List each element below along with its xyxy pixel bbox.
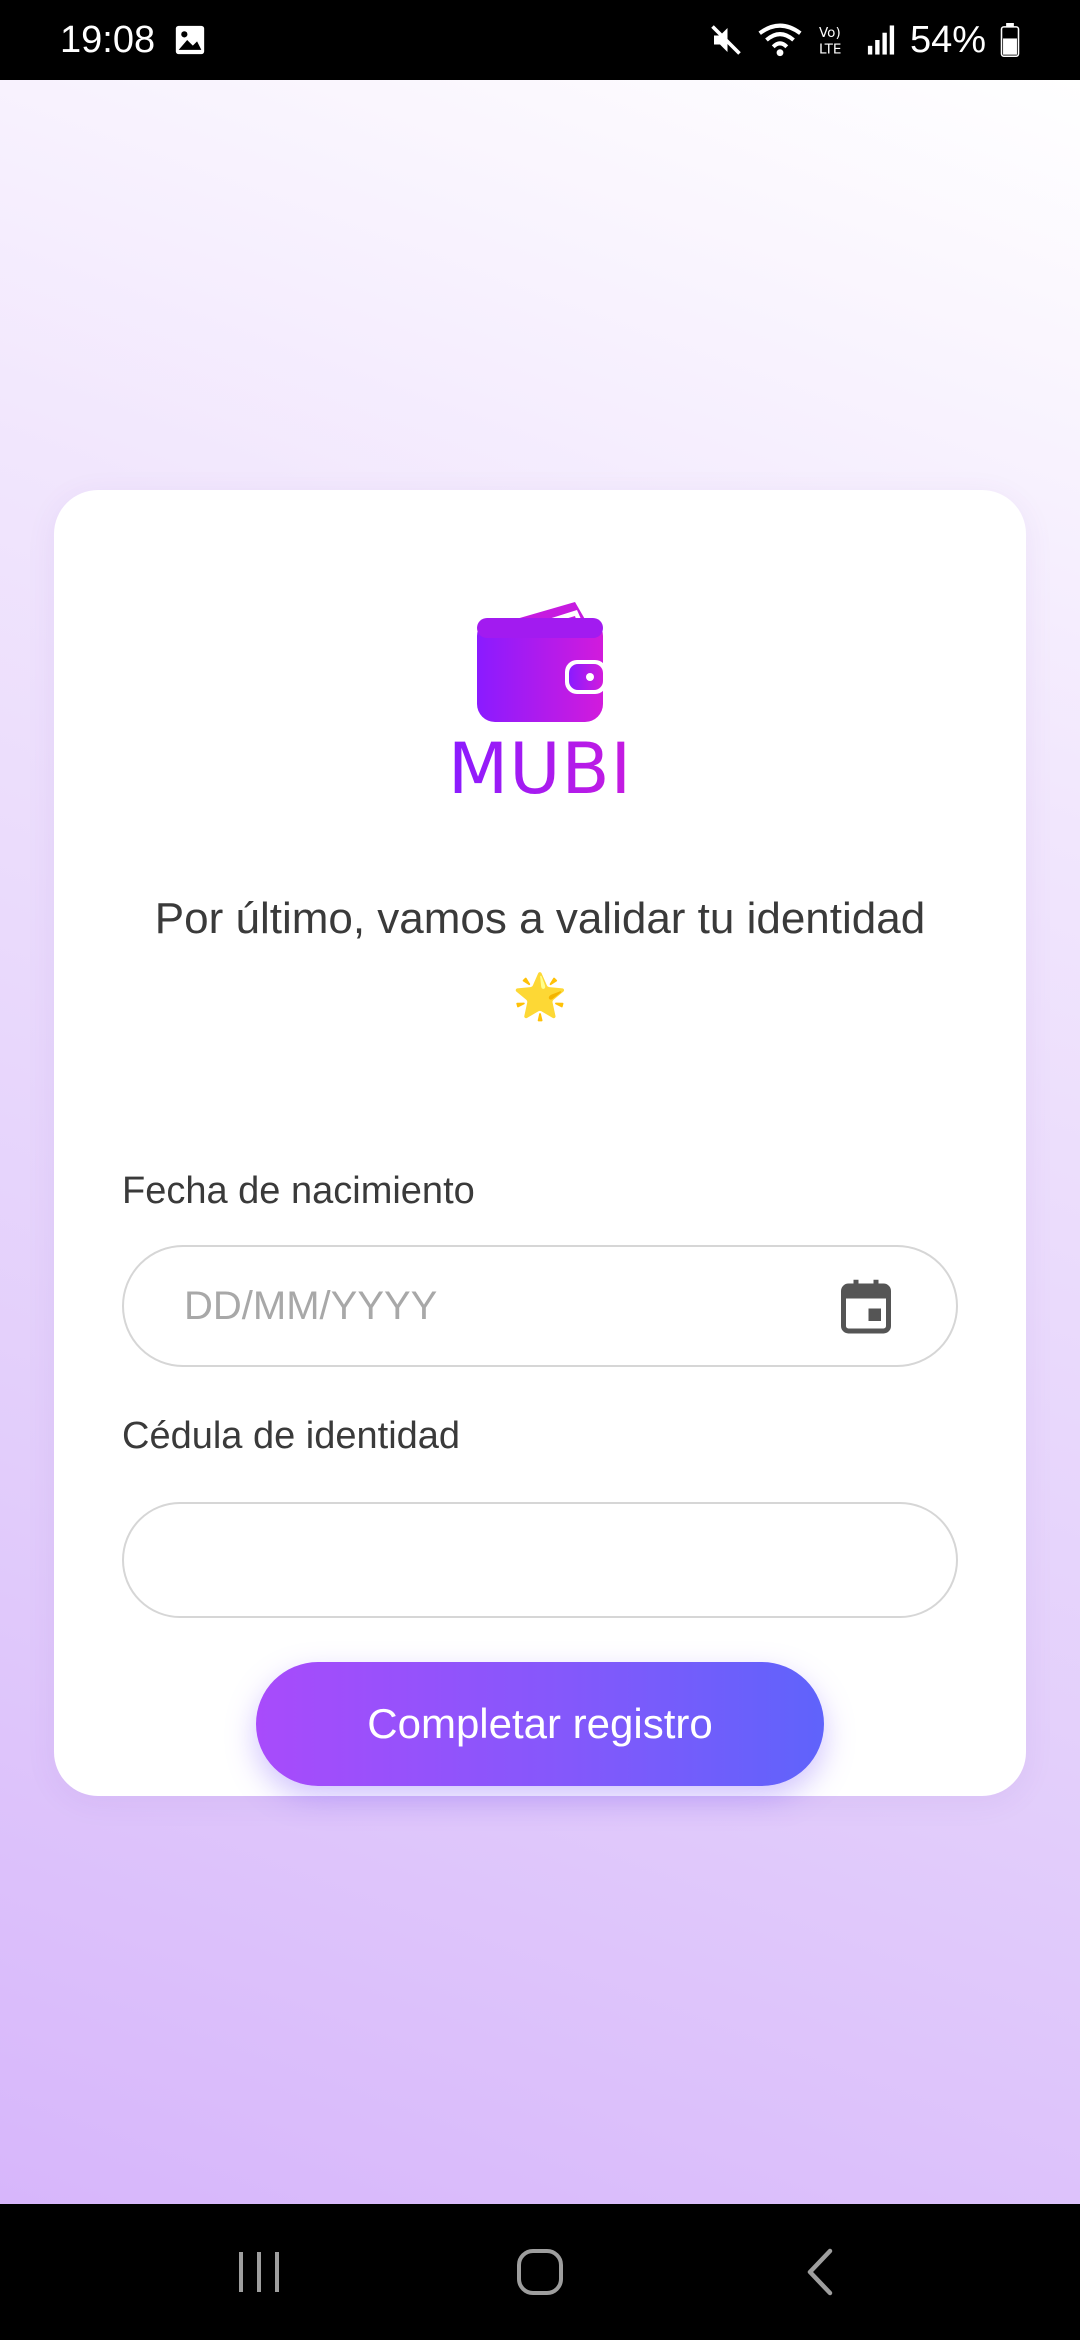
svg-text:LTE: LTE <box>819 42 841 58</box>
battery-icon <box>1000 23 1020 57</box>
page-headline: Por último, vamos a validar tu identidad… <box>154 894 926 1021</box>
app-background: MUBI Por último, vamos a validar tu iden… <box>0 80 1080 2204</box>
birth-date-field[interactable]: DD/MM/YYYY <box>122 1245 958 1367</box>
birth-date-placeholder: DD/MM/YYYY <box>184 1283 438 1328</box>
complete-registration-button[interactable]: Completar registro <box>256 1662 824 1786</box>
birth-date-label: Fecha de nacimiento <box>122 1170 475 1212</box>
wallet-icon <box>477 602 607 722</box>
battery-percent: 54% <box>909 18 986 61</box>
logo-text: MUBI <box>447 728 633 810</box>
svg-text:Vo): Vo) <box>819 25 841 41</box>
mute-icon <box>708 22 744 58</box>
status-bar: 19:08 Vo) LTE 54% <box>0 0 1080 80</box>
home-icon[interactable] <box>490 2232 590 2312</box>
navigation-bar <box>0 2204 1080 2340</box>
calendar-icon[interactable] <box>836 1276 896 1336</box>
volte-icon: Vo) LTE <box>816 22 852 58</box>
back-icon[interactable] <box>770 2232 870 2312</box>
signal-icon <box>866 24 896 56</box>
wifi-icon <box>758 22 802 58</box>
registration-card: MUBI Por último, vamos a validar tu iden… <box>54 490 1026 1796</box>
mubi-logo: MUBI <box>440 590 640 804</box>
image-icon <box>173 23 207 57</box>
recents-icon[interactable] <box>210 2232 310 2312</box>
id-number-label: Cédula de identidad <box>122 1415 461 1457</box>
id-number-field[interactable] <box>122 1502 958 1618</box>
status-time: 19:08 <box>60 18 156 61</box>
